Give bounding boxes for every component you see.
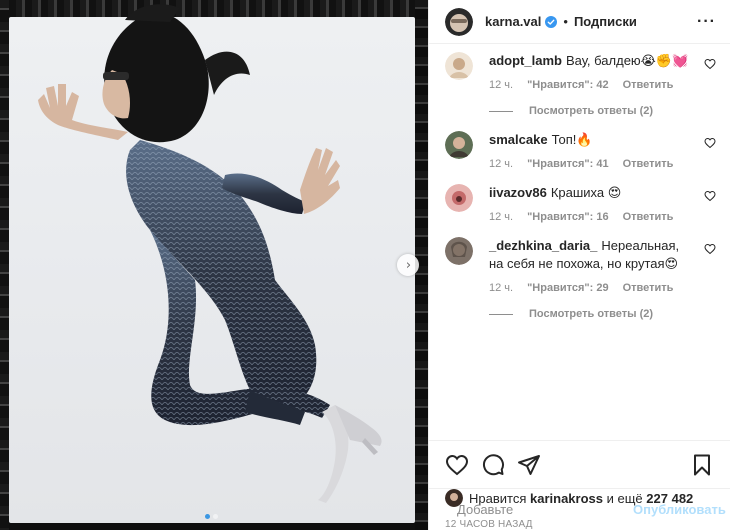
comment-text: Вау, балдею😭✊💓 [565,53,689,68]
comment-item: _dezhkina_daria_ Нереальная, на себя не п… [445,237,716,320]
add-comment-bar: Опубликовать [429,488,730,530]
comment-username[interactable]: smalcake [489,132,548,147]
post-sidebar: karna.val • Подписки ··· adopt_lamb Вау, … [428,0,730,530]
comment-time[interactable]: 12 ч. [489,79,513,91]
following-button[interactable]: Подписки [574,14,637,29]
post-view: › karna.val • Подписки ··· adopt_lamb Ва… [0,0,730,530]
verified-icon [545,15,558,28]
header-separator: • [563,14,568,29]
commenter-avatar[interactable] [445,237,473,265]
comment-likes[interactable]: "Нравится": 16 [527,211,608,223]
comment-text: Крашиха 😍 [550,185,622,200]
replies-divider [489,110,513,112]
commenter-avatar[interactable] [445,52,473,80]
heart-icon[interactable] [704,58,716,70]
view-replies-button[interactable]: Посмотреть ответы (2) [489,308,694,320]
heart-icon[interactable] [704,190,716,202]
next-slide-button[interactable]: › [397,254,419,276]
chevron-right-icon: › [405,257,412,273]
more-options-button[interactable]: ··· [697,13,716,31]
commenter-avatar[interactable] [445,131,473,159]
carousel-dot-active [205,514,210,519]
comment-time[interactable]: 12 ч. [489,158,513,170]
comment-item: iivazov86 Крашиха 😍 12 ч. "Нравится": 16 … [445,184,716,223]
comment-text: Топ!🔥 [551,132,593,147]
carousel-indicators [205,514,218,519]
comment-username[interactable]: iivazov86 [489,185,547,200]
comment-input[interactable] [457,502,633,517]
comment-username[interactable]: adopt_lamb [489,53,562,68]
comment-time[interactable]: 12 ч. [489,282,513,294]
replies-divider [489,313,513,315]
author-username[interactable]: karna.val [485,14,541,29]
like-heart-icon[interactable] [445,453,469,477]
commenter-avatar[interactable] [445,184,473,212]
comment-username[interactable]: _dezhkina_daria_ [489,238,597,253]
comment-item: adopt_lamb Вау, балдею😭✊💓 12 ч. "Нравится… [445,52,716,117]
comment-likes[interactable]: "Нравится": 42 [527,79,608,91]
author-avatar[interactable] [445,7,473,36]
comment-time[interactable]: 12 ч. [489,211,513,223]
comment-item: smalcake Топ!🔥 12 ч. "Нравится": 41 Ответ… [445,131,716,170]
reply-button[interactable]: Ответить [623,211,674,223]
carousel-dot [213,514,218,519]
post-header: karna.val • Подписки ··· [429,0,730,44]
share-icon[interactable] [517,453,541,477]
reply-button[interactable]: Ответить [623,282,674,294]
comments-list[interactable]: adopt_lamb Вау, балдею😭✊💓 12 ч. "Нравится… [429,44,730,440]
comment-icon[interactable] [481,453,505,477]
photo-jumping-woman [38,4,382,503]
publish-button[interactable]: Опубликовать [633,502,726,517]
heart-icon[interactable] [704,137,716,149]
view-replies-label: Посмотреть ответы (2) [529,308,654,320]
view-replies-button[interactable]: Посмотреть ответы (2) [489,105,694,117]
bookmark-icon[interactable] [690,453,714,477]
post-media[interactable]: › [0,0,428,530]
comment-likes[interactable]: "Нравится": 41 [527,158,608,170]
comment-likes[interactable]: "Нравится": 29 [527,282,608,294]
reply-button[interactable]: Ответить [623,79,674,91]
view-replies-label: Посмотреть ответы (2) [529,105,654,117]
reply-button[interactable]: Ответить [623,158,674,170]
heart-icon[interactable] [704,243,716,255]
